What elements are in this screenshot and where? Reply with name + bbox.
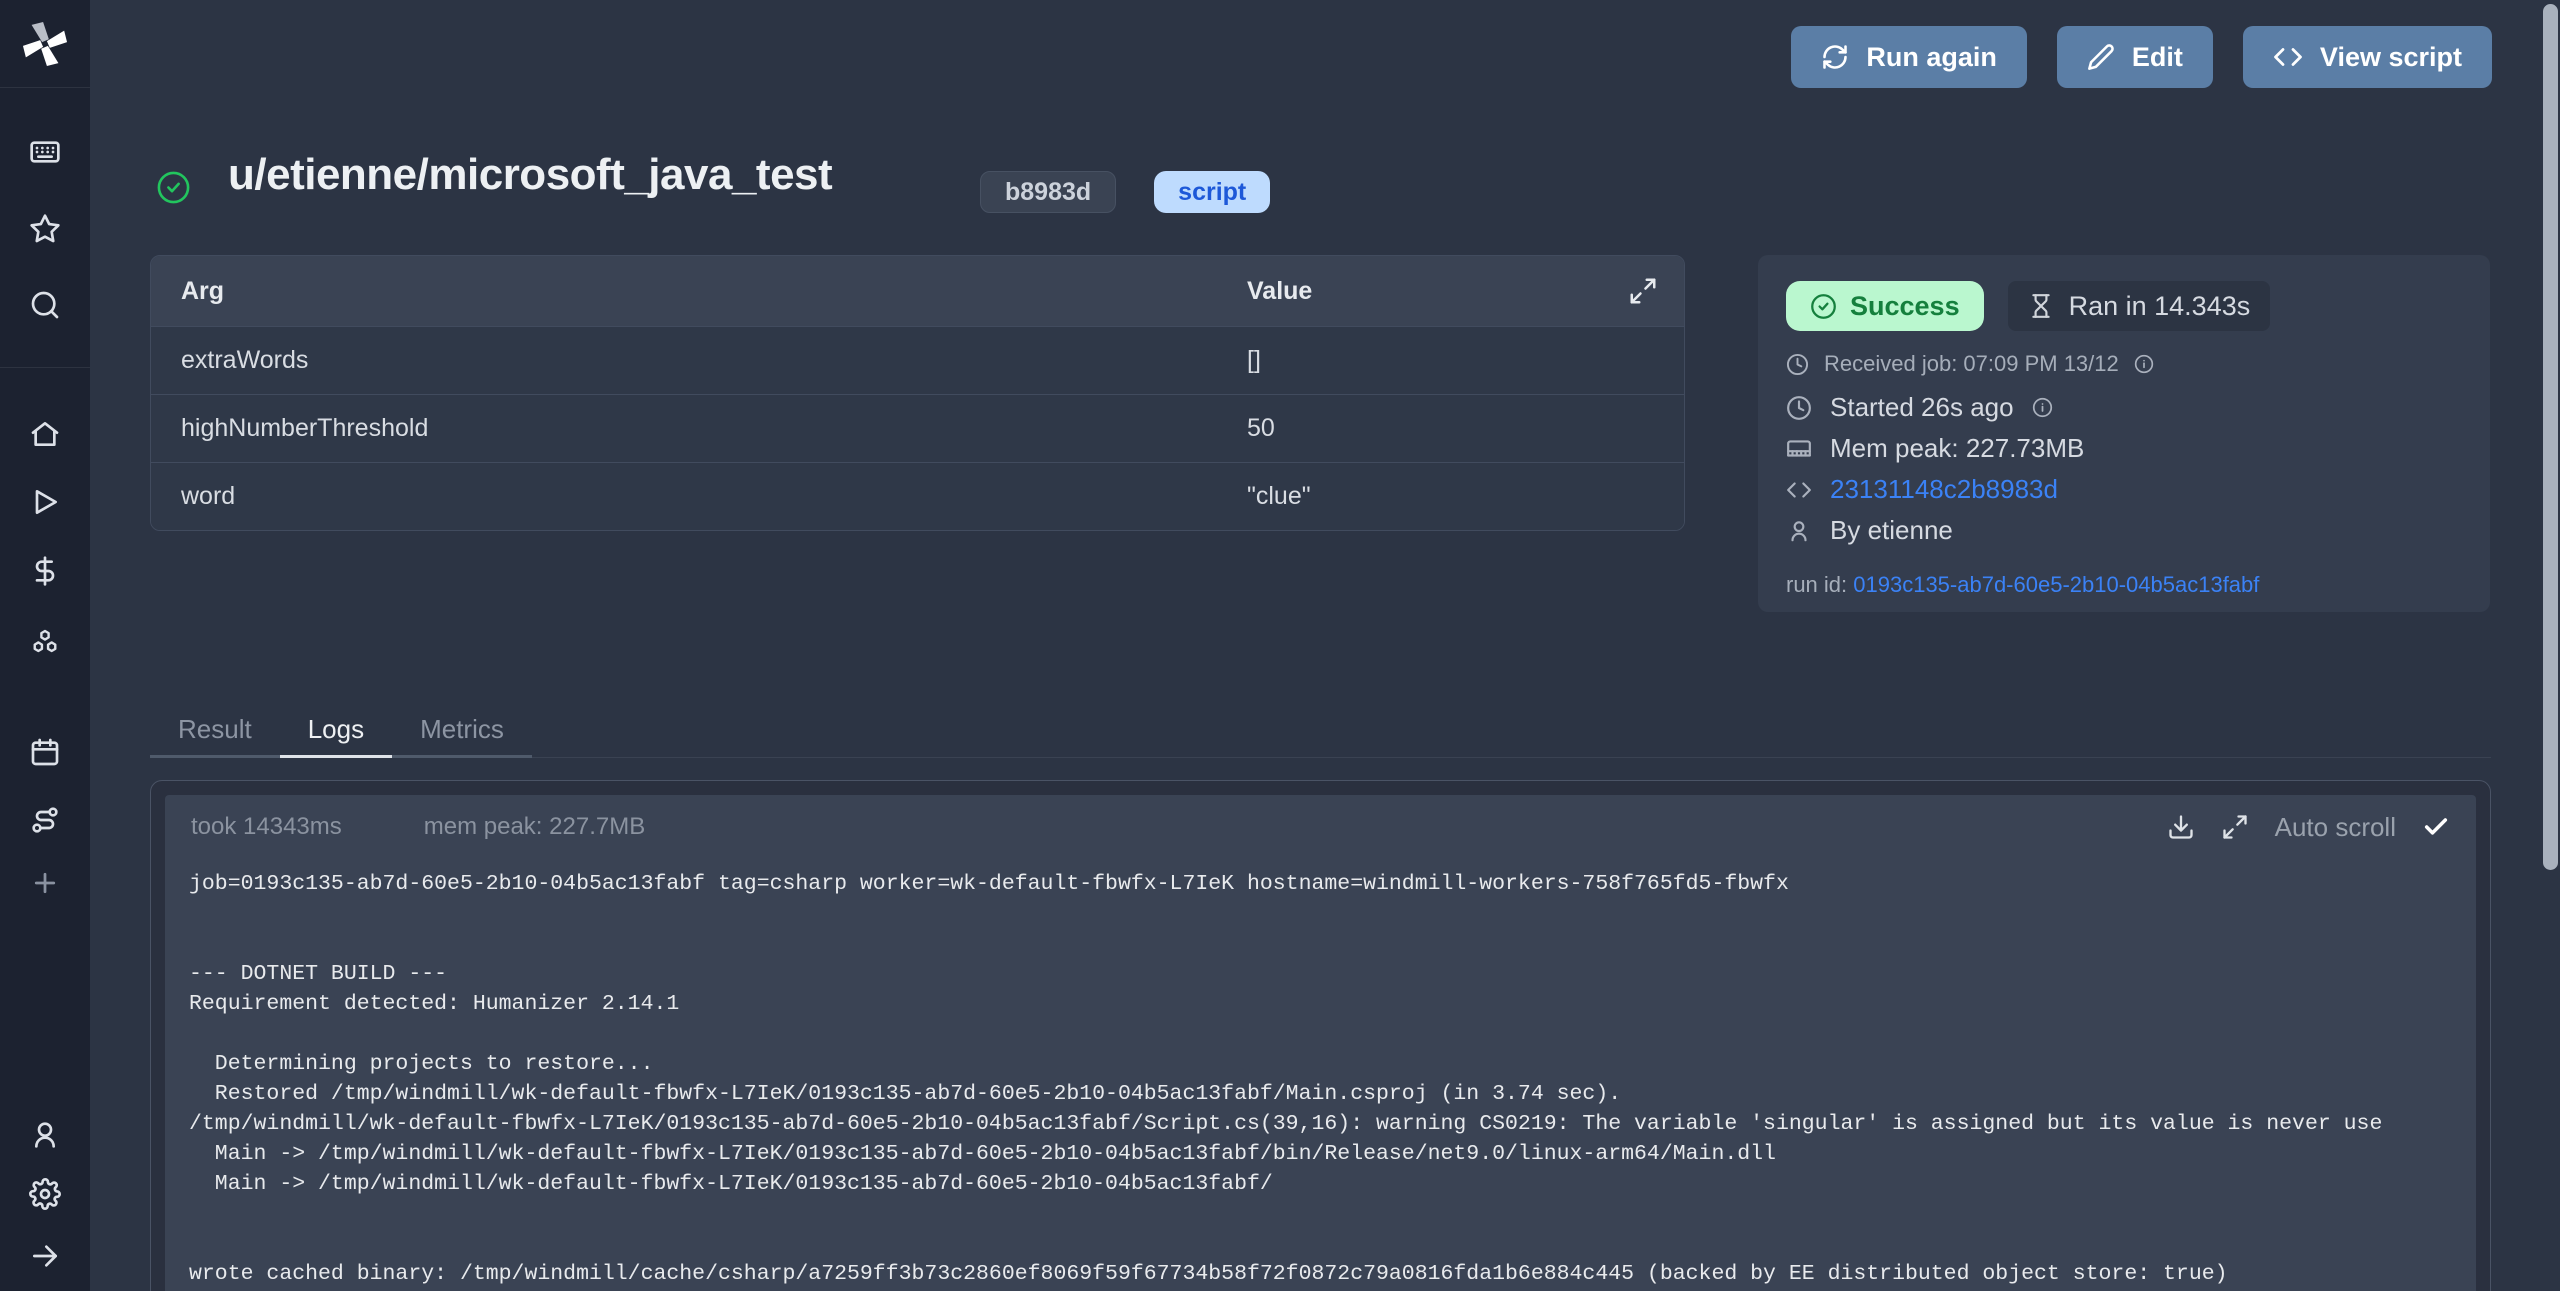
script-hash-link[interactable]: 23131148c2b8983d <box>1830 474 2058 505</box>
tab-result[interactable]: Result <box>150 704 280 758</box>
started-label: Started 26s ago <box>1830 392 2014 423</box>
page-title: u/etienne/microsoft_java_test <box>228 150 832 200</box>
plus-icon[interactable] <box>28 866 62 900</box>
table-row: word "clue" <box>151 462 1684 530</box>
mem-peak-label: Mem peak: 227.73MB <box>1830 433 2084 464</box>
expand-args-button[interactable] <box>1628 276 1658 306</box>
check-icon <box>2422 813 2450 841</box>
script-hash-row: 23131148c2b8983d <box>1786 474 2462 505</box>
result-tabs: Result Logs Metrics <box>150 704 2491 758</box>
user-icon[interactable] <box>28 1118 62 1152</box>
log-output[interactable]: job=0193c135-ab7d-60e5-2b10-04b5ac13fabf… <box>165 851 2476 1289</box>
author-row: By etienne <box>1786 515 2462 546</box>
edit-label: Edit <box>2132 42 2183 73</box>
header-actions: Run again Edit View script <box>1791 26 2492 88</box>
arg-name: word <box>151 482 1247 511</box>
arg-value: [] <box>1247 346 1684 375</box>
run-summary-panel: Success Ran in 14.343s Received job: 07:… <box>1758 255 2490 612</box>
edit-button[interactable]: Edit <box>2057 26 2213 88</box>
author-label: By etienne <box>1830 515 1953 546</box>
args-table-header: Arg Value <box>151 256 1684 326</box>
log-took-stat: took 14343ms <box>191 813 342 841</box>
started-row: Started 26s ago <box>1786 392 2462 423</box>
info-icon[interactable] <box>2134 354 2154 374</box>
args-table: Arg Value extraWords [] highNumberThresh… <box>150 255 1685 531</box>
clock-icon <box>1786 395 1812 421</box>
auto-scroll-checkbox[interactable] <box>2422 813 2450 841</box>
view-script-button[interactable]: View script <box>2243 26 2492 88</box>
mem-peak-row: Mem peak: 227.73MB <box>1786 433 2462 464</box>
table-row: highNumberThreshold 50 <box>151 394 1684 462</box>
arg-value: "clue" <box>1247 482 1684 511</box>
hourglass-icon <box>2028 293 2054 319</box>
home-icon[interactable] <box>28 417 62 451</box>
log-header: took 14343ms mem peak: 227.7MB Auto scro… <box>165 795 2476 851</box>
calendar-icon[interactable] <box>28 735 62 769</box>
arg-name: extraWords <box>151 346 1247 375</box>
download-icon <box>2167 813 2195 841</box>
view-script-label: View script <box>2320 42 2462 73</box>
sidebar <box>0 0 90 1291</box>
download-logs-button[interactable] <box>2167 813 2195 841</box>
script-type-badge[interactable]: script <box>1154 171 1270 213</box>
play-icon[interactable] <box>28 485 62 519</box>
maximize-icon <box>1628 276 1658 306</box>
log-content-area[interactable]: took 14343ms mem peak: 227.7MB Auto scro… <box>165 795 2476 1291</box>
run-id-row: run id: 0193c135-ab7d-60e5-2b10-04b5ac13… <box>1786 572 2462 598</box>
route-icon[interactable] <box>28 803 62 837</box>
info-icon[interactable] <box>2032 397 2053 418</box>
success-badge: Success <box>1786 281 1984 331</box>
code-icon <box>2273 42 2303 72</box>
windmill-logo-icon <box>22 21 68 67</box>
arg-name: highNumberThreshold <box>151 414 1247 443</box>
hash-badge: b8983d <box>980 171 1116 213</box>
arg-value: 50 <box>1247 414 1684 443</box>
log-panel: took 14343ms mem peak: 227.7MB Auto scro… <box>150 780 2491 1291</box>
value-column-header: Value <box>1247 277 1628 306</box>
user-icon <box>1786 518 1812 544</box>
tab-logs[interactable]: Logs <box>280 704 392 758</box>
expand-logs-button[interactable] <box>2221 813 2249 841</box>
arg-column-header: Arg <box>151 277 1247 306</box>
sidebar-divider <box>0 367 90 368</box>
maximize-icon <box>2221 813 2249 841</box>
pencil-icon <box>2087 43 2115 71</box>
page-scrollbar-thumb[interactable] <box>2543 4 2558 870</box>
dollar-icon[interactable] <box>28 554 62 588</box>
arrow-right-icon[interactable] <box>28 1239 62 1273</box>
search-icon[interactable] <box>28 288 62 322</box>
star-icon[interactable] <box>28 212 62 246</box>
table-row: extraWords [] <box>151 326 1684 394</box>
success-label: Success <box>1850 291 1960 322</box>
run-again-button[interactable]: Run again <box>1791 26 2027 88</box>
run-again-label: Run again <box>1866 42 1997 73</box>
run-id-label: run id: <box>1786 572 1853 597</box>
received-row: Received job: 07:09 PM 13/12 <box>1786 349 2462 379</box>
run-id-link[interactable]: 0193c135-ab7d-60e5-2b10-04b5ac13fabf <box>1853 572 2259 597</box>
duration-chip: Ran in 14.343s <box>2008 281 2271 331</box>
check-circle-icon <box>1810 293 1837 320</box>
clock-icon <box>1786 353 1809 376</box>
title-badges: b8983d script <box>980 171 1270 213</box>
memory-icon <box>1786 436 1812 462</box>
received-label: Received job: 07:09 PM 13/12 <box>1824 351 2119 377</box>
refresh-icon <box>1821 43 1849 71</box>
keyboard-icon[interactable] <box>28 135 62 169</box>
boxes-icon[interactable] <box>28 626 62 660</box>
gear-icon[interactable] <box>28 1177 62 1211</box>
duration-label: Ran in 14.343s <box>2069 291 2251 322</box>
log-mem-stat: mem peak: 227.7MB <box>424 813 645 841</box>
success-status-icon <box>156 170 191 205</box>
code-icon <box>1786 477 1812 503</box>
tab-metrics[interactable]: Metrics <box>392 704 532 758</box>
auto-scroll-label: Auto scroll <box>2275 812 2396 843</box>
windmill-logo[interactable] <box>0 0 90 88</box>
